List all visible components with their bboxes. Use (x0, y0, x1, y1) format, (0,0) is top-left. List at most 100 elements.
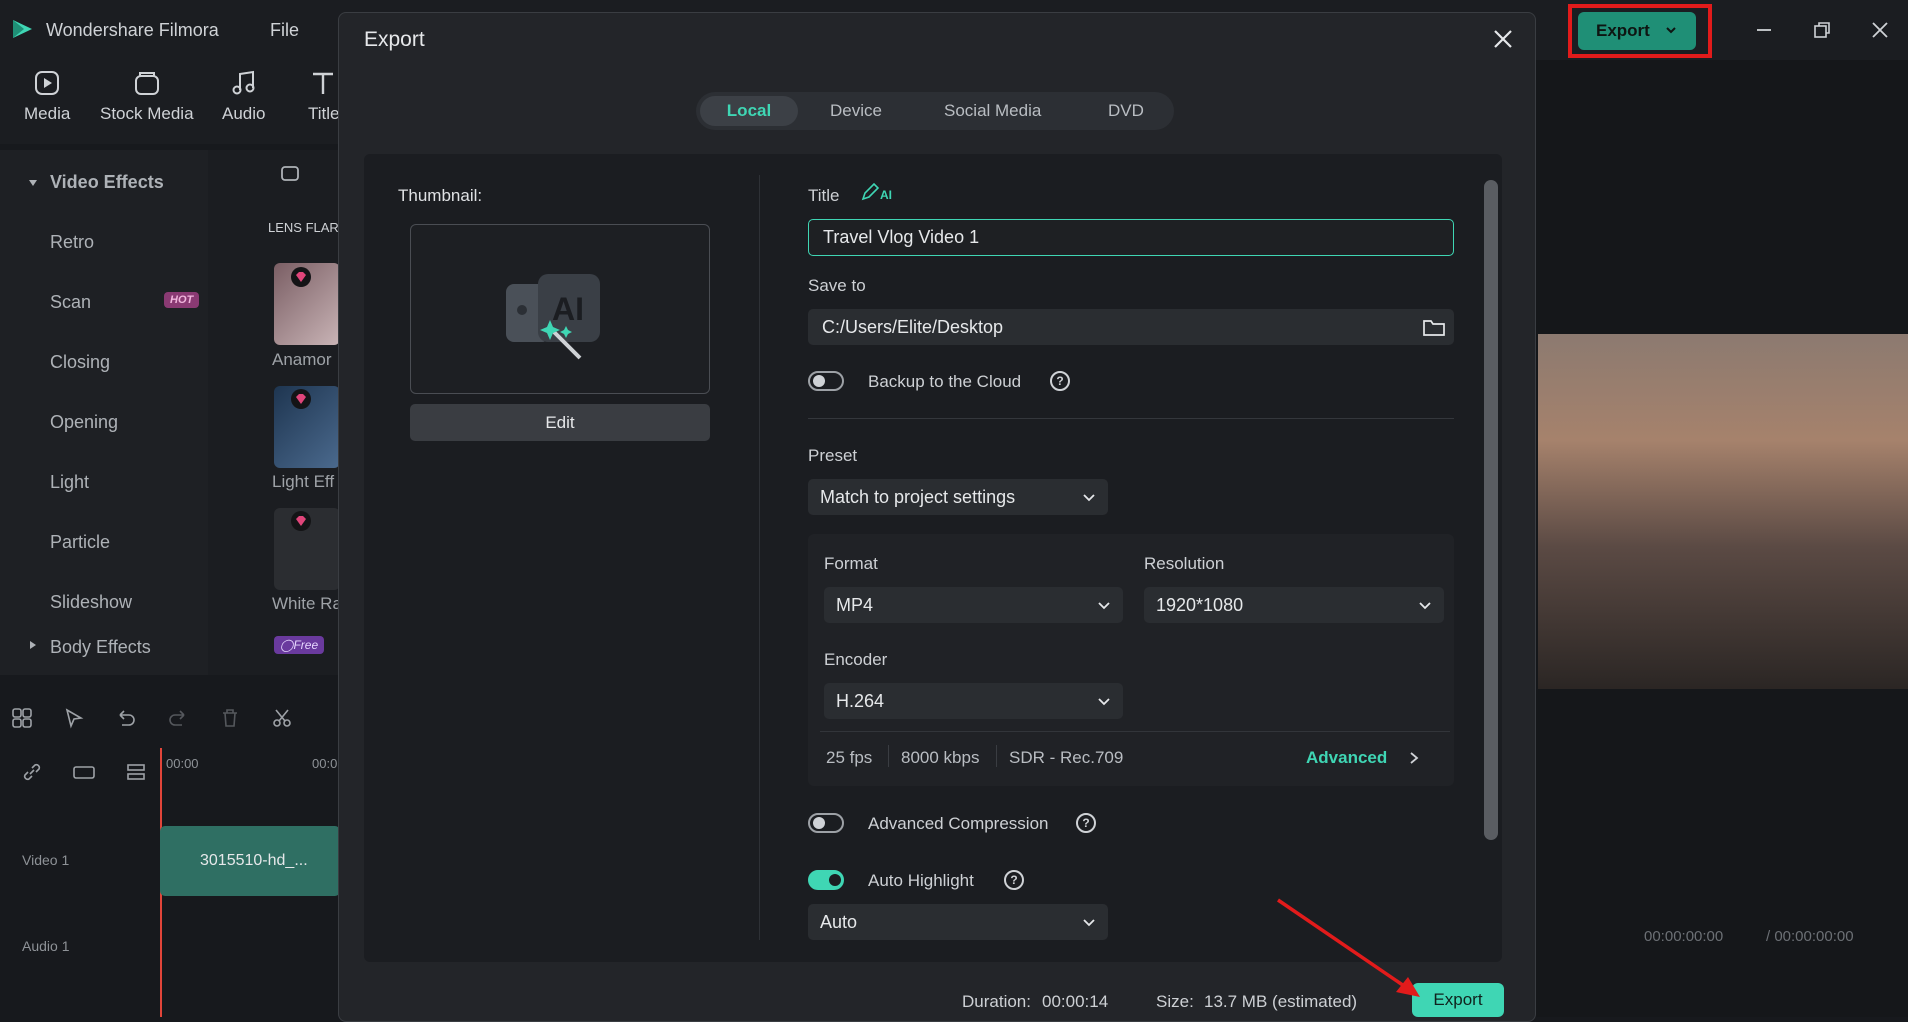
duration-label: Duration: (962, 992, 1031, 1011)
tool-title[interactable]: Title (308, 68, 338, 124)
tab-device[interactable]: Device (830, 101, 882, 121)
dialog-title: Export (364, 28, 425, 51)
folder-icon[interactable] (1422, 316, 1446, 338)
title-label: Title (808, 186, 840, 205)
preset-value: Match to project settings (820, 486, 1016, 507)
format-label: Format (824, 554, 878, 573)
tool-stock-media[interactable]: Stock Media (100, 68, 194, 124)
divider (820, 731, 1450, 732)
filmora-logo-icon (10, 16, 36, 42)
close-icon[interactable] (1492, 28, 1514, 50)
help-icon[interactable]: ? (1004, 870, 1024, 890)
ai-pen-icon[interactable]: AI (860, 182, 892, 202)
format-select[interactable]: MP4 (824, 587, 1123, 623)
sidebar-group-video-effects[interactable]: Video Effects (50, 172, 164, 193)
backup-label: Backup to the Cloud (868, 372, 1022, 391)
chevron-down-icon (1082, 917, 1096, 929)
timeline-tools (10, 706, 294, 730)
close-window-icon[interactable] (1868, 18, 1892, 42)
minimize-icon[interactable] (1752, 18, 1776, 42)
stock-media-icon (134, 72, 159, 95)
divider (759, 175, 760, 940)
size-label: Size: (1156, 992, 1194, 1011)
tab-dvd[interactable]: DVD (1108, 101, 1144, 121)
thumbnail-label: Thumbnail: (398, 186, 483, 205)
auto-highlight-select[interactable]: Auto (808, 904, 1108, 940)
save-path-field[interactable]: C:/Users/Elite/Desktop (808, 309, 1454, 345)
resolution-label: Resolution (1144, 554, 1225, 573)
sidebar-item-retro[interactable]: Retro (50, 232, 94, 253)
sidebar-item-particle[interactable]: Particle (50, 532, 110, 553)
sidebar-item-slideshow[interactable]: Slideshow (50, 592, 132, 613)
encoder-value: H.264 (836, 690, 885, 711)
timeline-ruler-mark: 00:0 (312, 756, 338, 771)
tool-audio-label: Audio (222, 104, 266, 123)
divider (888, 745, 889, 767)
svg-text:AI: AI (552, 291, 584, 327)
auto-highlight-label: Auto Highlight (868, 871, 974, 890)
resolution-select[interactable]: 1920*1080 (1144, 587, 1444, 623)
sidebar-group-body-effects[interactable]: Body Effects (50, 637, 151, 658)
help-icon[interactable]: ? (1076, 813, 1096, 833)
tab-local[interactable]: Local (700, 96, 798, 126)
select-pointer-icon (65, 708, 84, 729)
timeline-ruler-start: 00:00 (166, 756, 199, 771)
divider (996, 745, 997, 767)
sidebar-item-opening[interactable]: Opening (50, 412, 118, 433)
ai-image-icon: AI (500, 270, 610, 360)
group-icon (73, 766, 95, 779)
menu-file[interactable]: File (270, 20, 299, 41)
preset-label: Preset (808, 446, 858, 465)
delete-icon (223, 709, 237, 727)
divider (808, 418, 1454, 419)
player-total-time: / 00:00:00:00 (1766, 928, 1854, 945)
store-icon[interactable] (280, 162, 300, 182)
tool-audio[interactable]: Audio (222, 68, 265, 124)
chevron-down-icon (1418, 600, 1432, 612)
help-icon[interactable]: ? (1050, 371, 1070, 391)
music-note-icon (232, 70, 255, 95)
track-label-audio: Audio 1 (22, 938, 70, 954)
sidebar-item-closing[interactable]: Closing (50, 352, 110, 373)
advanced-compression-label: Advanced Compression (868, 814, 1049, 833)
restore-icon[interactable] (1810, 18, 1834, 42)
tool-stock-media-label: Stock Media (100, 104, 194, 123)
highlight-box (1568, 4, 1712, 58)
save-to-label: Save to (808, 276, 866, 295)
backup-toggle[interactable] (808, 371, 844, 391)
effects-section-label: LENS FLAR (268, 220, 339, 235)
sidebar-item-scan[interactable]: Scan (50, 292, 91, 313)
tool-media-label: Media (24, 104, 71, 123)
link-icon (23, 763, 41, 781)
encoder-label: Encoder (824, 650, 888, 669)
auto-highlight-toggle[interactable] (808, 870, 844, 890)
app-name: Wondershare Filmora (46, 20, 219, 40)
advanced-settings-link[interactable]: Advanced (1306, 748, 1387, 768)
tool-title-label: Title (308, 104, 338, 123)
chevron-down-icon (1097, 696, 1111, 708)
effect-card-label: Light Eff (272, 472, 335, 491)
sidebar-item-light[interactable]: Light (50, 472, 89, 493)
free-badge-label: Free (293, 638, 319, 652)
scrollbar[interactable] (1484, 180, 1498, 840)
annotation-arrow-icon (1274, 896, 1426, 1002)
spec-color: SDR - Rec.709 (1009, 748, 1124, 767)
advanced-compression-toggle[interactable] (808, 813, 844, 833)
scissors-icon (273, 709, 291, 727)
encoder-select[interactable]: H.264 (824, 683, 1123, 719)
title-input[interactable]: Travel Vlog Video 1 (808, 219, 1454, 256)
tracks-icon (127, 764, 145, 780)
undo-icon (119, 710, 135, 726)
preset-select[interactable]: Match to project settings (808, 479, 1108, 515)
tab-social-media[interactable]: Social Media (944, 101, 1041, 121)
free-badge: ◯Free (274, 636, 325, 654)
layout-grid-icon (12, 708, 32, 728)
tool-media[interactable]: Media (24, 68, 70, 124)
format-value: MP4 (836, 594, 874, 615)
spec-bitrate: 8000 kbps (901, 748, 980, 767)
redo-icon (169, 710, 185, 726)
chevron-right-icon[interactable] (1408, 750, 1420, 766)
chevron-down-icon (1082, 492, 1096, 504)
edit-thumbnail-button[interactable]: Edit (410, 404, 710, 441)
track-tools (20, 760, 148, 784)
